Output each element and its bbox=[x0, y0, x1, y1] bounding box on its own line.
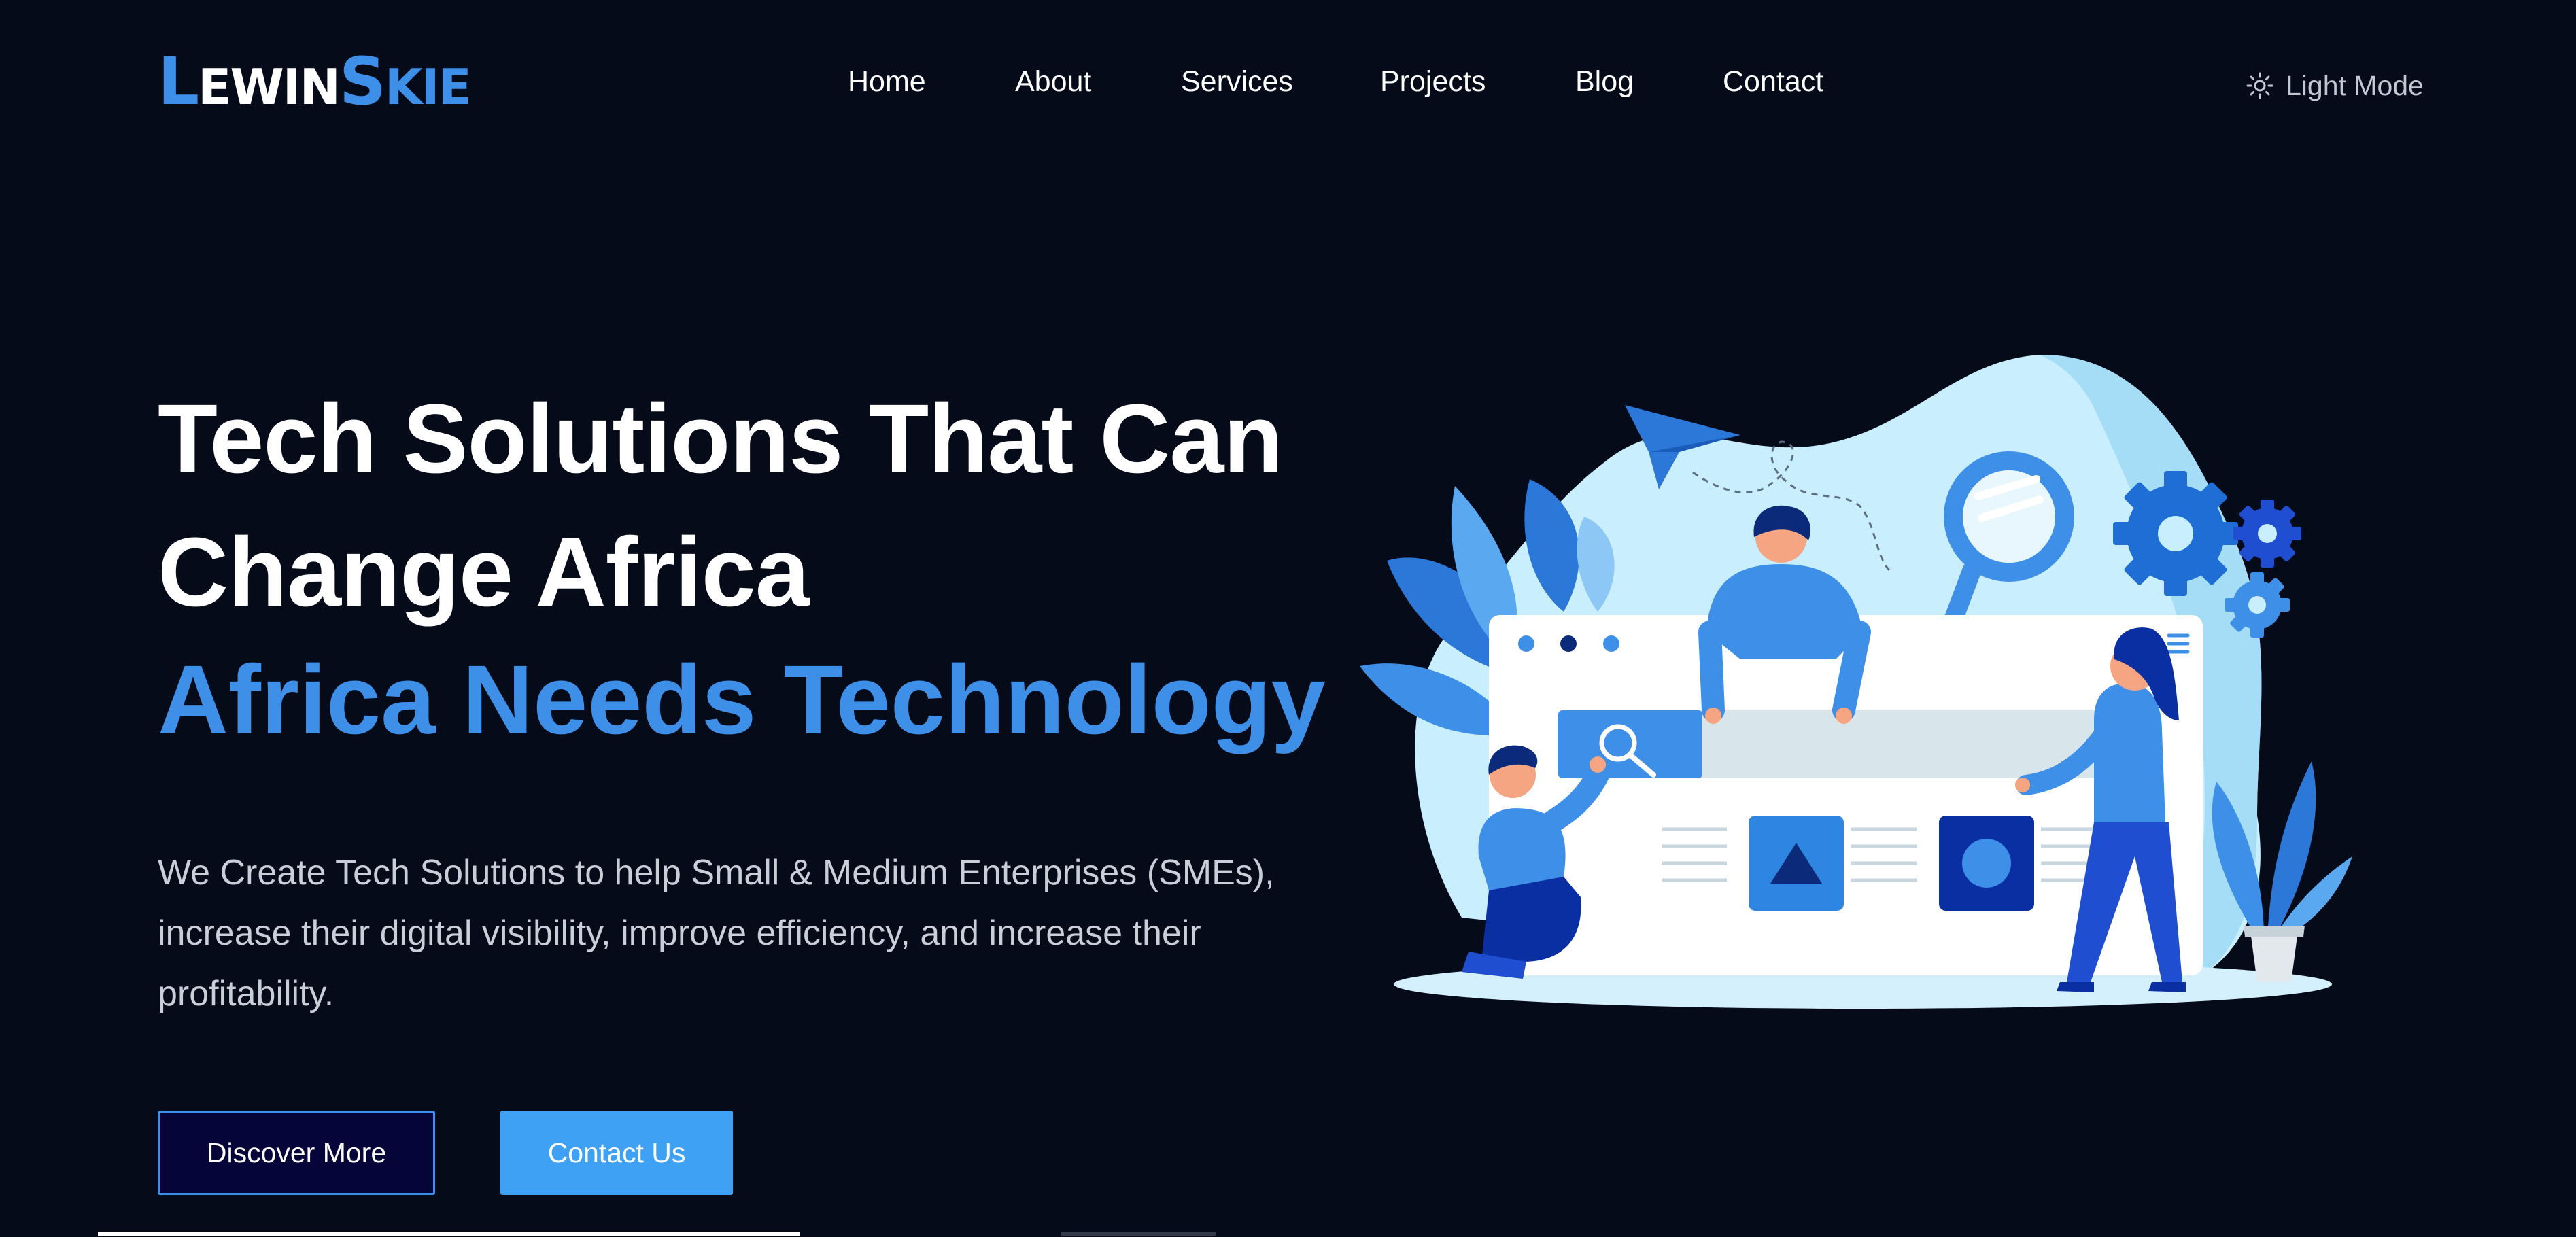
site-header: LEWINSKIE Home About Services Projects B… bbox=[0, 0, 2576, 170]
hero-illustration bbox=[1360, 354, 2352, 1009]
logo-text-ewin: EWIN bbox=[198, 58, 341, 116]
nav-blog[interactable]: Blog bbox=[1575, 65, 1634, 99]
scroll-divider-secondary bbox=[1061, 1232, 1216, 1236]
hero-description: We Create Tech Solutions to help Small &… bbox=[158, 853, 1275, 1013]
logo-letter-l: L bbox=[158, 43, 199, 120]
nav-home[interactable]: Home bbox=[848, 65, 926, 99]
nav-contact[interactable]: Contact bbox=[1723, 65, 1823, 99]
hero-subtitle: Africa Needs Technology bbox=[158, 645, 1326, 754]
nav-projects[interactable]: Projects bbox=[1380, 65, 1486, 99]
discover-more-button[interactable]: Discover More bbox=[158, 1111, 435, 1195]
nav-about[interactable]: About bbox=[1015, 65, 1091, 99]
site-logo[interactable]: LEWINSKIE bbox=[158, 49, 472, 116]
hero-title-line2: Change Africa bbox=[158, 517, 810, 627]
hero-title: Tech Solutions That Can Change Africa bbox=[158, 372, 1283, 639]
contact-us-button[interactable]: Contact Us bbox=[500, 1111, 733, 1195]
gear-icon bbox=[2233, 500, 2301, 568]
hero-title-line1: Tech Solutions That Can bbox=[158, 384, 1283, 493]
sun-icon bbox=[2246, 72, 2273, 99]
nav-services[interactable]: Services bbox=[1181, 65, 1293, 99]
light-mode-toggle[interactable]: Light Mode bbox=[2246, 65, 2424, 106]
logo-letter-s: S bbox=[339, 43, 386, 120]
gear-icon bbox=[2113, 471, 2238, 596]
search-button bbox=[1558, 710, 1702, 778]
light-mode-label: Light Mode bbox=[2286, 69, 2424, 101]
logo-text-kie: KIE bbox=[384, 58, 472, 116]
scroll-divider bbox=[98, 1232, 800, 1236]
